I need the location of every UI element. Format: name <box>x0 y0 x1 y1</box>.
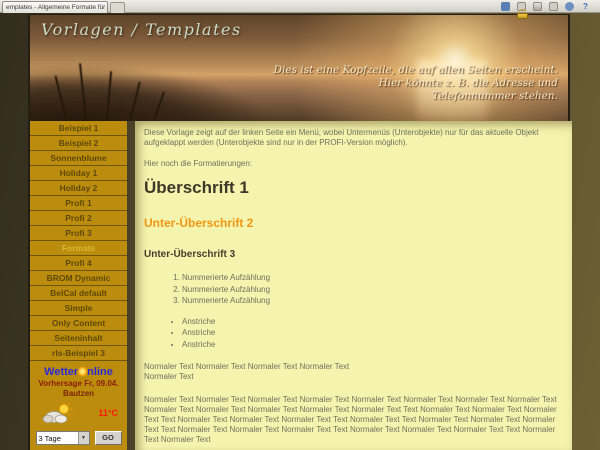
chevron-down-icon[interactable]: ▼ <box>78 432 89 444</box>
sun-icon <box>78 367 87 376</box>
browser-tab-stub[interactable] <box>110 2 125 13</box>
header-image: Vorlagen / Templates Dies ist eine Kopfz… <box>30 15 568 121</box>
sidebar-item-profi-4[interactable]: Profi 4 <box>30 256 127 271</box>
site-container: Vorlagen / Templates Dies ist eine Kopfz… <box>28 14 570 450</box>
lock-icon[interactable] <box>517 9 528 19</box>
sidebar-item-profi-3[interactable]: Profi 3 <box>30 226 127 241</box>
go-button[interactable]: GO <box>95 431 122 445</box>
browser-tab-bar: emplates - Allgemeine Formate für Texte … <box>0 0 600 13</box>
forecast-label: Vorhersage Fr, 09.04. <box>30 379 127 389</box>
sidebar-item-formate[interactable]: Formate <box>30 241 127 256</box>
sidebar-item-profi-2[interactable]: Profi 2 <box>30 211 127 226</box>
normal-text-long: Normaler Text Normaler Text Normaler Tex… <box>144 395 560 445</box>
body-row: Beispiel 1 Beispiel 2 Sonnenblume Holida… <box>30 121 568 450</box>
list-item: Anstriche <box>182 316 560 328</box>
sidebar-item-holiday-1[interactable]: Holiday 1 <box>30 166 127 181</box>
forecast-range-select[interactable]: 3 Tage ▼ <box>36 431 90 445</box>
sidebar-item-seiteninhalt[interactable]: Seiteninhalt <box>30 331 127 346</box>
sidebar-item-beispiel-1[interactable]: Beispiel 1 <box>30 121 127 136</box>
help-icon[interactable]: ? <box>581 2 590 11</box>
numbered-list: Nummerierte Aufzählung Nummerierte Aufzä… <box>182 272 560 307</box>
header-caption: Dies ist eine Kopfzeile, die auf allen S… <box>274 64 558 103</box>
sidebar-item-rls-beispiel-3[interactable]: rls-Beispiel 3 <box>30 346 127 361</box>
caption-line: Telefonnummer stehen. <box>274 90 558 103</box>
browser-tab[interactable]: emplates - Allgemeine Formate für Texte … <box>2 1 108 13</box>
sidebar-item-only-content[interactable]: Only Content <box>30 316 127 331</box>
list-item: Anstriche <box>182 339 560 351</box>
intro-paragraph: Diese Vorlage zeigt auf der linken Seite… <box>144 128 560 148</box>
sidebar-item-beispiel-2[interactable]: Beispiel 2 <box>30 136 127 151</box>
sidebar-item-belcal-default[interactable]: BelCal default <box>30 286 127 301</box>
list-item: Nummerierte Aufzählung <box>182 284 560 296</box>
browser-toolbar: ? <box>501 2 590 11</box>
heading-2: Unter-Überschrift 2 <box>144 217 560 230</box>
toolbar-icon[interactable] <box>565 2 574 11</box>
list-item: Anstriche <box>182 327 560 339</box>
partly-cloudy-icon <box>42 402 74 424</box>
caption-line: Dies ist eine Kopfzeile, die auf allen S… <box>274 64 558 77</box>
sidebar-item-holiday-2[interactable]: Holiday 2 <box>30 181 127 196</box>
main-content: Diese Vorlage zeigt auf der linken Seite… <box>135 121 572 450</box>
sidebar-item-simple[interactable]: Simple <box>30 301 127 316</box>
toolbar-icon[interactable] <box>501 2 510 11</box>
toolbar-icon[interactable] <box>533 2 542 11</box>
site-title: Vorlagen / Templates <box>41 20 242 39</box>
sidebar-item-profi-1[interactable]: Profi 1 <box>30 196 127 211</box>
sidebar-item-brom-dynamic[interactable]: BROM Dynamic <box>30 271 127 286</box>
heading-3: Unter-Überschrift 3 <box>144 249 560 260</box>
toolbar-icon[interactable] <box>549 2 558 11</box>
formats-label: Hier noch die Formatierungen: <box>144 159 560 169</box>
forecast-city: Bautzen <box>30 389 127 399</box>
sidebar-menu: Beispiel 1 Beispiel 2 Sonnenblume Holida… <box>30 121 127 450</box>
sidebar-item-sonnenblume[interactable]: Sonnenblume <box>30 151 127 166</box>
list-item: Nummerierte Aufzählung <box>182 272 560 284</box>
normal-text-short: Normaler Text Normaler Text Normaler Tex… <box>144 362 560 382</box>
temperature-value: 11°C <box>98 408 118 418</box>
list-item: Nummerierte Aufzählung <box>182 295 560 307</box>
caption-line: Hier könnte z. B. die Adresse und <box>274 77 558 90</box>
weather-widget: Wetternline Vorhersage Fr, 09.04. Bautze… <box>30 366 127 445</box>
bullet-list: Anstriche Anstriche Anstriche <box>182 316 560 351</box>
wetteronline-logo[interactable]: Wetternline <box>30 366 127 378</box>
heading-1: Überschrift 1 <box>144 179 560 197</box>
